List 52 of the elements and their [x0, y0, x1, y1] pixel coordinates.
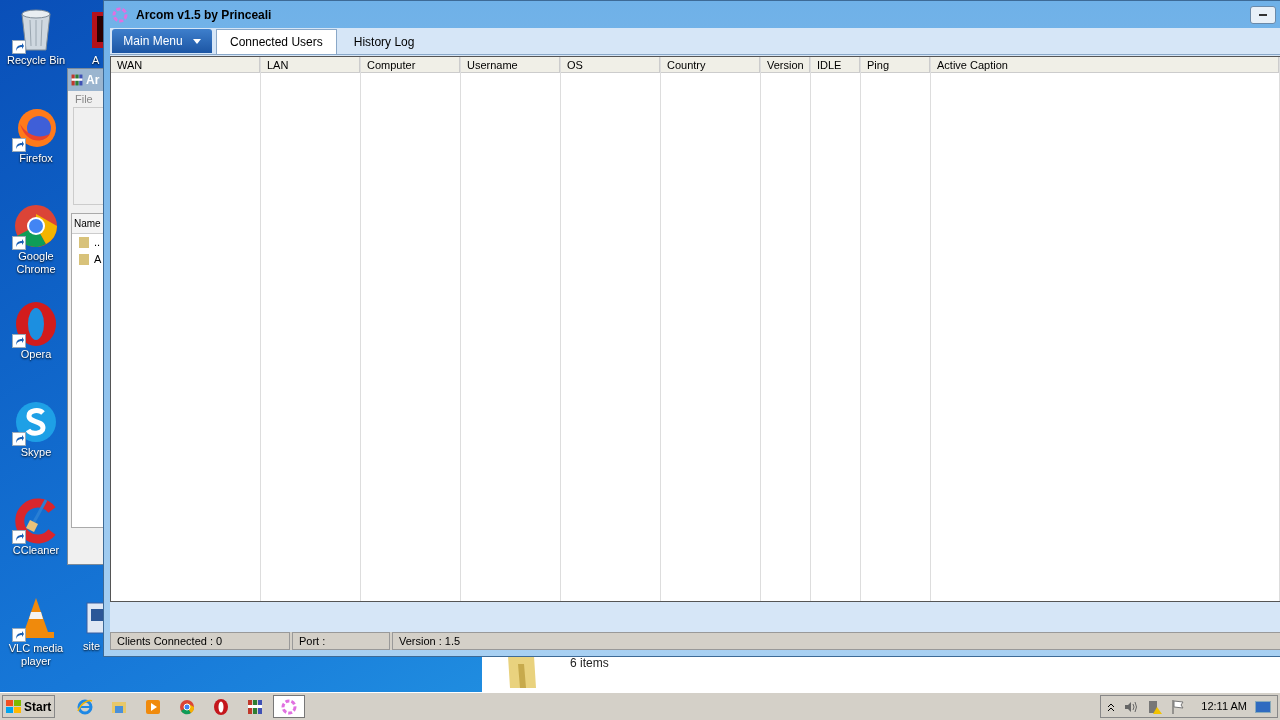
- status-panel: Version : 1.5: [392, 632, 1280, 650]
- column-header[interactable]: Username: [461, 57, 560, 73]
- status-text: 6 items: [570, 655, 609, 672]
- column-header[interactable]: Computer: [361, 57, 460, 73]
- desktop-icon-label[interactable]: Skype: [1, 446, 71, 459]
- dropdown-caret-icon: [192, 38, 201, 44]
- tab[interactable]: Connected Users: [216, 29, 337, 54]
- status-panel: Clients Connected : 0: [110, 632, 290, 650]
- swirl-icon: [280, 697, 299, 716]
- column-header[interactable]: WAN: [111, 57, 260, 73]
- desktop-icon-label[interactable]: VLC media player: [1, 642, 71, 668]
- show-desktop-button[interactable]: [1255, 700, 1271, 713]
- letter-e-logo-icon: [76, 697, 95, 716]
- play-icon: [144, 697, 163, 716]
- file-name[interactable]: ..: [94, 234, 101, 251]
- file-name[interactable]: A: [94, 251, 102, 268]
- column-header[interactable]: OS: [561, 57, 660, 73]
- segmented-circle-icon: [178, 697, 197, 716]
- status-panel: Port :: [292, 632, 390, 650]
- desktop-icon-label[interactable]: site: [83, 640, 101, 653]
- swirl-icon: [111, 5, 129, 24]
- desktop-icon-label[interactable]: Firefox: [1, 152, 71, 165]
- start-button[interactable]: Start: [2, 695, 56, 718]
- ring-logo-icon: [212, 697, 231, 716]
- taskbar-button[interactable]: [273, 695, 306, 718]
- desktop-icon-label[interactable]: Recycle Bin: [1, 54, 71, 67]
- column-header[interactable]: IDLE: [811, 57, 860, 73]
- windows-logo-icon: [6, 699, 22, 714]
- chevron-up-icon: [1107, 701, 1116, 712]
- books-icon: [70, 73, 84, 87]
- column-header[interactable]: Country: [661, 57, 760, 73]
- desktop-icon-label[interactable]: A: [92, 54, 100, 67]
- window-title: Ar: [86, 72, 100, 89]
- desktop-icon-label[interactable]: Google Chrome: [1, 250, 71, 276]
- column-header[interactable]: Ping: [861, 57, 930, 73]
- books-icon: [246, 697, 265, 716]
- column-header[interactable]: LAN: [261, 57, 360, 73]
- main-menu-button[interactable]: Main Menu: [112, 29, 212, 53]
- speaker-icon: [1123, 699, 1140, 714]
- folder-icon: [78, 236, 90, 249]
- column-header[interactable]: Active Caption: [931, 57, 1279, 73]
- flag-icon: [1171, 698, 1186, 715]
- column-header[interactable]: Version: [761, 57, 810, 73]
- desktop-icon-label[interactable]: CCleaner: [1, 544, 71, 557]
- desktop-icon-label[interactable]: Opera: [1, 348, 71, 361]
- segmented-circle-icon: [12, 202, 60, 250]
- window-title: Arcom v1.5 by Princeali: [136, 6, 272, 24]
- folder-icon: [78, 253, 90, 266]
- minimize-button[interactable]: [1250, 5, 1276, 24]
- network-warning-icon: [1147, 698, 1164, 715]
- tab[interactable]: History Log: [340, 29, 428, 54]
- clock[interactable]: 12:11 AM: [1201, 698, 1247, 715]
